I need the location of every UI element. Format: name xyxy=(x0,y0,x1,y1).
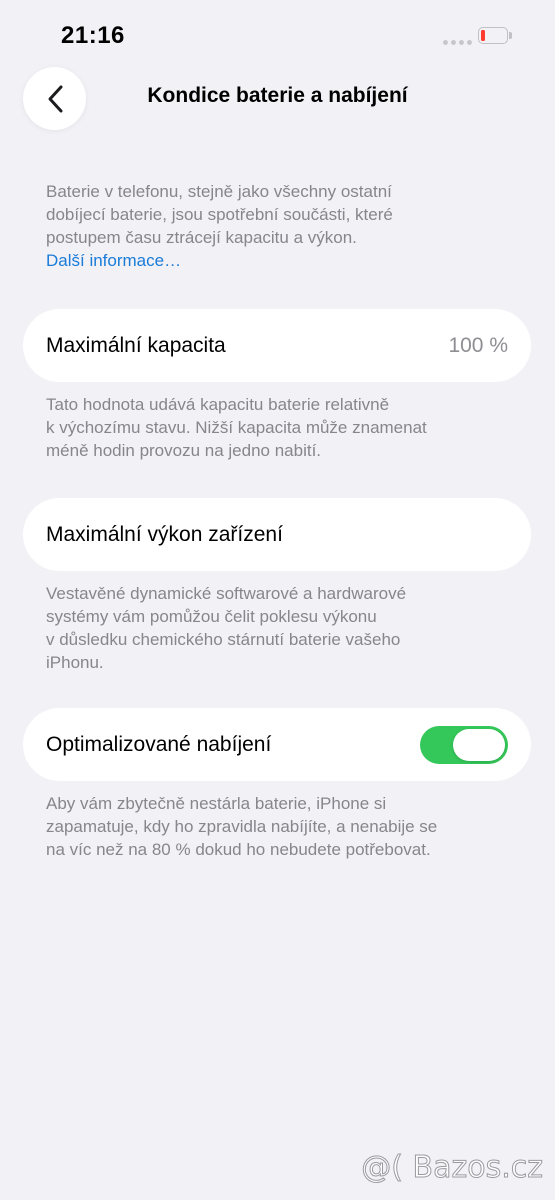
more-info-link[interactable]: Další informace… xyxy=(46,249,516,272)
peak-performance-label: Maximální výkon zařízení xyxy=(46,522,283,546)
intro-line: postupem času ztrácejí kapacitu a výkon. xyxy=(46,228,357,247)
peak-performance-row: Maximální výkon zařízení xyxy=(23,498,531,571)
intro-line: Baterie v telefonu, stejně jako všechny … xyxy=(46,182,392,201)
cellular-signal-icon xyxy=(443,40,472,45)
battery-health-screen: 21:16 Kondice baterie a nabíjení Baterie… xyxy=(0,0,555,1200)
footnote-line: v důsledku chemického stárnutí baterie v… xyxy=(46,630,401,649)
intro-text: Baterie v telefonu, stejně jako všechny … xyxy=(46,180,516,272)
battery-icon xyxy=(478,27,512,46)
watermark: @( Bazos.cz xyxy=(361,1150,544,1186)
max-capacity-row: Maximální kapacita 100 % xyxy=(23,309,531,382)
optimized-charging-row: Optimalizované nabíjení xyxy=(23,708,531,781)
footnote-line: Aby vám zbytečně nestárla baterie, iPhon… xyxy=(46,794,387,813)
intro-line: dobíjecí baterie, jsou spotřební součást… xyxy=(46,205,393,224)
status-time: 21:16 xyxy=(61,22,125,49)
footnote-line: Tato hodnota udává kapacitu baterie rela… xyxy=(46,395,390,414)
page-title: Kondice baterie a nabíjení xyxy=(147,84,408,107)
footnote-line: zapamatuje, kdy ho zpravidla nabíjíte, a… xyxy=(46,817,438,836)
footnote-line: iPhonu. xyxy=(46,653,104,672)
optimized-charging-footnote: Aby vám zbytečně nestárla baterie, iPhon… xyxy=(46,792,516,861)
peak-performance-footnote: Vestavěné dynamické softwarové a hardwar… xyxy=(46,582,516,674)
optimized-charging-label: Optimalizované nabíjení xyxy=(46,732,272,756)
max-capacity-label: Maximální kapacita xyxy=(46,333,226,357)
max-capacity-footnote: Tato hodnota udává kapacitu baterie rela… xyxy=(46,393,516,462)
optimized-charging-toggle[interactable] xyxy=(420,725,508,764)
footnote-line: systémy vám pomůžou čelit poklesu výkonu xyxy=(46,607,377,626)
footnote-line: Vestavěné dynamické softwarové a hardwar… xyxy=(46,584,407,603)
max-capacity-value: 100 % xyxy=(448,333,508,357)
toggle-knob xyxy=(453,728,505,761)
footnote-line: na víc než na 80 % dokud ho nebudete pot… xyxy=(46,840,431,859)
footnote-line: k výchozímu stavu. Nižší kapacita může z… xyxy=(46,418,427,437)
footnote-line: méně hodin provozu na jedno nabití. xyxy=(46,441,322,460)
